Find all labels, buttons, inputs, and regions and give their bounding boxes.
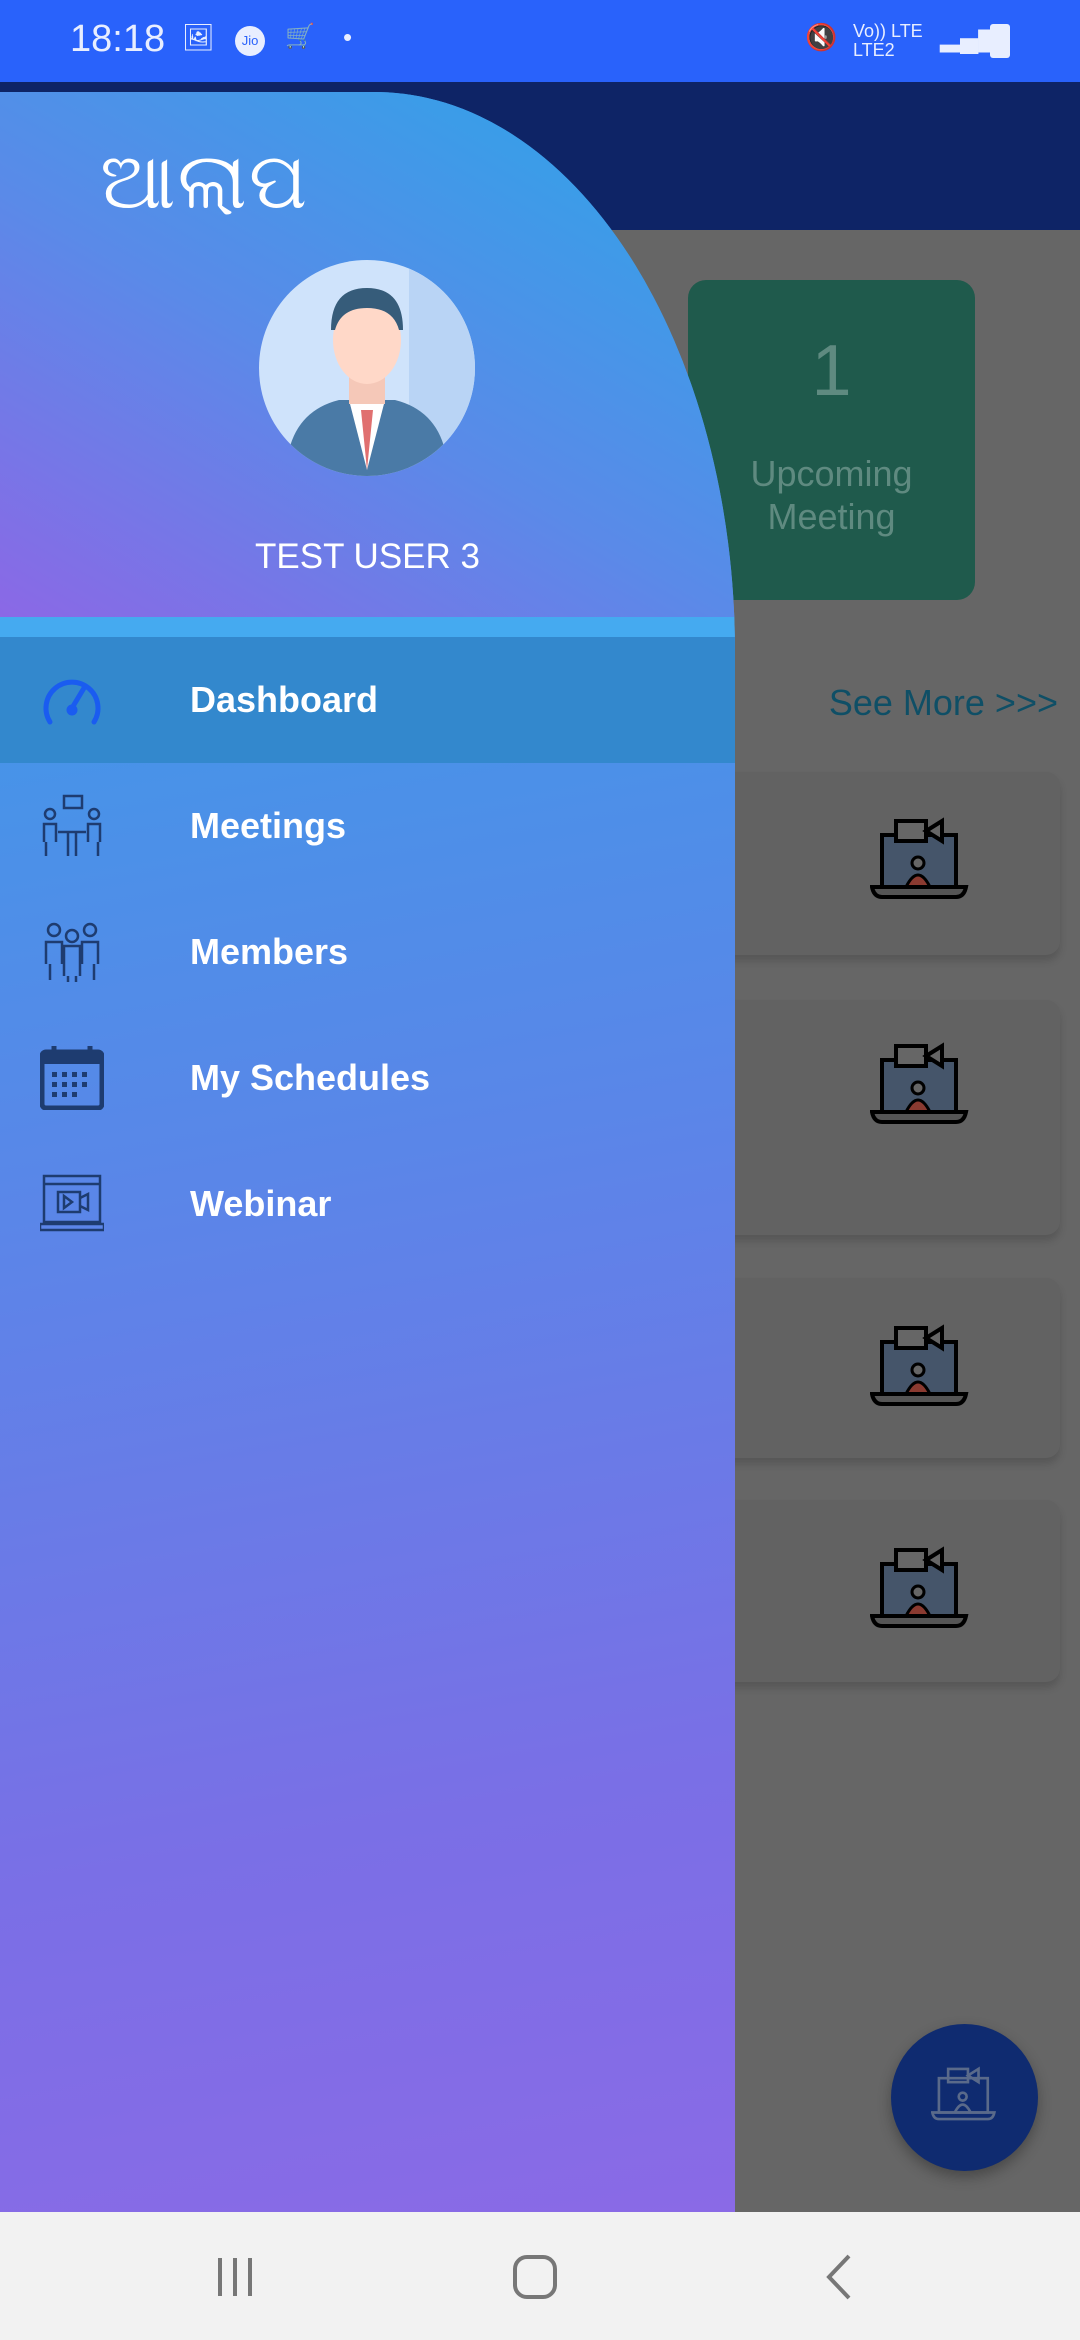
drawer-item-my-schedules[interactable]: My Schedules: [0, 1015, 735, 1141]
mute-icon: 🔇: [805, 22, 838, 52]
avatar: [259, 260, 475, 476]
jio-icon: Jio: [235, 26, 265, 56]
gallery-icon: 🖼: [182, 22, 216, 52]
status-time: 18:18: [70, 18, 166, 60]
meeting-card[interactable]: [700, 1278, 1060, 1458]
video-conference-icon: [870, 1324, 969, 1406]
stat-label-1: Upcoming: [750, 453, 913, 494]
meeting-icon: [42, 794, 102, 856]
drawer-item-members[interactable]: Members: [0, 889, 735, 1015]
video-conference-icon: [931, 2066, 996, 2121]
calendar-icon: [40, 1046, 104, 1110]
drawer-item-webinar[interactable]: Webinar: [0, 1141, 735, 1267]
user-name: TEST USER 3: [255, 537, 480, 576]
drawer-item-label: Dashboard: [190, 679, 379, 720]
stat-label-2: Meeting: [767, 496, 896, 537]
webinar-icon: [40, 1174, 104, 1232]
drawer-divider: [0, 617, 735, 637]
video-conference-icon: [870, 817, 969, 899]
video-conference-icon: [870, 1546, 969, 1628]
app-logo: ଆଲାପ: [100, 137, 310, 227]
recent-apps-icon[interactable]: [200, 2242, 270, 2312]
drawer-item-label: Meetings: [190, 805, 347, 846]
network-text: Vo)) LTE LTE2: [853, 21, 923, 60]
meeting-card[interactable]: [700, 772, 1060, 955]
meeting-card[interactable]: [700, 1000, 1060, 1235]
speedometer-icon: [43, 679, 101, 725]
meeting-card[interactable]: [700, 1500, 1060, 1682]
dot-icon: •: [343, 22, 353, 52]
see-more-link[interactable]: See More >>>: [829, 682, 1058, 724]
battery-icon: [990, 24, 1010, 58]
drawer-item-meetings[interactable]: Meetings: [0, 763, 735, 889]
drawer-item-dashboard[interactable]: Dashboard: [0, 637, 735, 763]
new-meeting-fab[interactable]: [891, 2024, 1038, 2171]
home-icon[interactable]: [500, 2242, 570, 2312]
back-icon[interactable]: [805, 2242, 875, 2312]
drawer-item-label: Members: [190, 931, 349, 972]
navigation-drawer: ଆଲାପ TEST USER 3 Dashboard Meetings Memb…: [0, 92, 735, 2212]
system-navigation-bar: [0, 2212, 1080, 2340]
amazon-icon: 🛒: [285, 23, 315, 50]
drawer-item-label: My Schedules: [190, 1057, 431, 1098]
members-icon: [44, 922, 100, 982]
status-bar: 18:18 🖼 Jio 🛒 • 🔇 Vo)) LTE LTE2 ▂▄▆: [0, 0, 1080, 82]
drawer-header: ଆଲାପ TEST USER 3: [0, 92, 735, 617]
video-conference-icon: [870, 1042, 969, 1124]
drawer-item-label: Webinar: [190, 1183, 332, 1224]
